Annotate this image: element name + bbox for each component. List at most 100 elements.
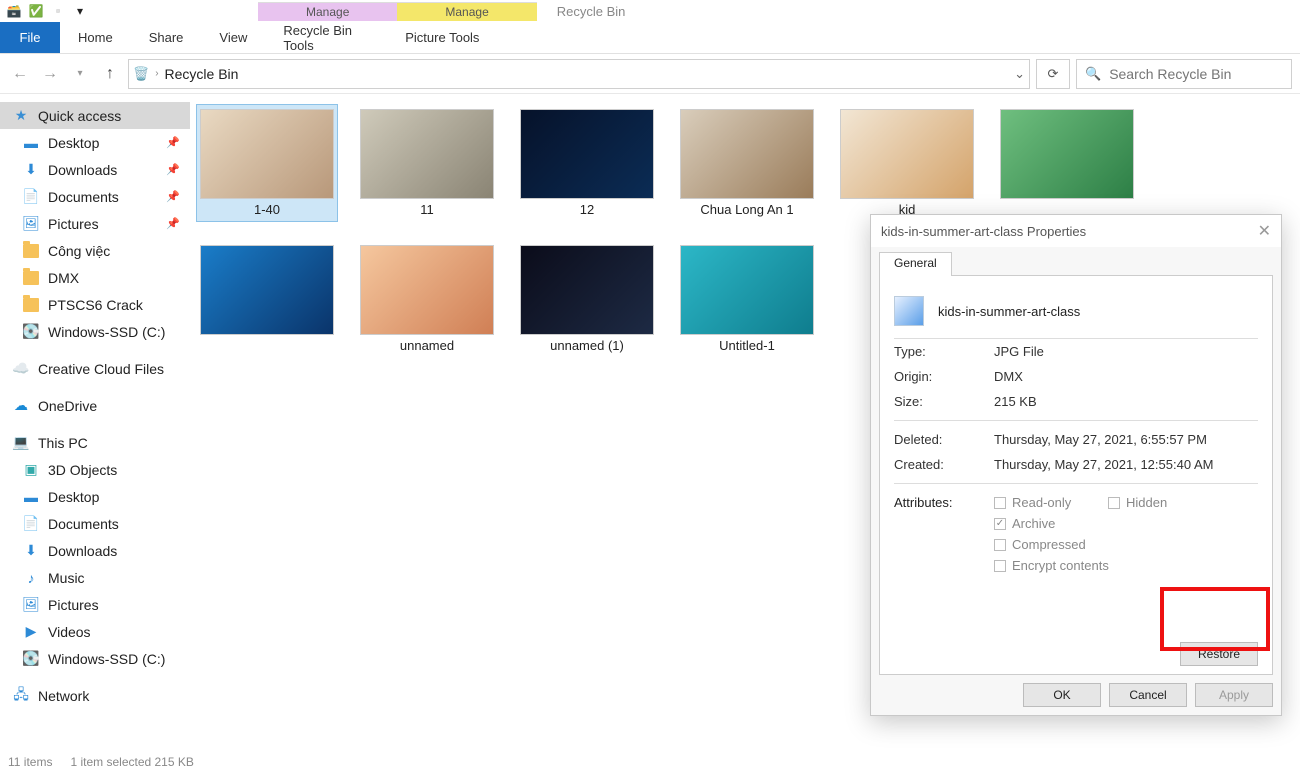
sidebar-item-documents[interactable]: 📄Documents📌 — [0, 183, 190, 210]
tab-home[interactable]: Home — [60, 22, 131, 53]
thumbnail-image — [200, 109, 334, 199]
nav-forward[interactable]: → — [38, 62, 62, 86]
sidebar-item-downloads[interactable]: ⬇Downloads📌 — [0, 156, 190, 183]
file-thumbnail[interactable]: 11 — [356, 104, 498, 222]
sidebar-quick-access[interactable]: ★ Quick access — [0, 102, 190, 129]
label-size: Size: — [894, 394, 994, 409]
thumbnail-label: unnamed (1) — [550, 338, 624, 353]
sidebar-item-pc-pictures[interactable]: 🖼Pictures — [0, 591, 190, 618]
sidebar-item-desktop[interactable]: ▬Desktop📌 — [0, 129, 190, 156]
address-bar[interactable]: 🗑️ › Recycle Bin ⌄ — [128, 59, 1030, 89]
pin-icon: 📌 — [166, 136, 180, 149]
apply-button[interactable]: Apply — [1195, 683, 1273, 707]
music-icon: ♪ — [22, 569, 40, 587]
file-thumbnail[interactable] — [196, 240, 338, 358]
file-thumbnail[interactable]: 12 — [516, 104, 658, 222]
file-thumbnail[interactable]: unnamed (1) — [516, 240, 658, 358]
label-attributes: Attributes: — [894, 495, 994, 573]
attr-encrypt: Encrypt contents — [994, 558, 1218, 573]
breadcrumb-location[interactable]: Recycle Bin — [165, 66, 239, 82]
qat-select-icon[interactable]: ✅ — [28, 3, 44, 19]
thumbnail-image — [680, 245, 814, 335]
refresh-button[interactable]: ⟳ — [1036, 59, 1070, 89]
label-type: Type: — [894, 344, 994, 359]
thumbnail-label: unnamed — [400, 338, 454, 353]
qat-dropdown-icon[interactable]: ▾ — [72, 3, 88, 19]
thumbnail-image — [360, 245, 494, 335]
sidebar-this-pc[interactable]: 💻This PC — [0, 429, 190, 456]
sidebar-item-pc-downloads[interactable]: ⬇Downloads — [0, 537, 190, 564]
value-created: Thursday, May 27, 2021, 12:55:40 AM — [994, 457, 1258, 472]
attr-archive: ✓Archive — [994, 516, 1104, 531]
drive-icon: 💽 — [22, 323, 40, 341]
dialog-titlebar[interactable]: kids-in-summer-art-class Properties ✕ — [871, 215, 1281, 247]
thumbnail-image — [200, 245, 334, 335]
sidebar-item-pictures[interactable]: 🖼Pictures📌 — [0, 210, 190, 237]
thumbnail-image — [520, 109, 654, 199]
documents-icon: 📄 — [22, 188, 40, 206]
drive-icon: 💽 — [22, 650, 40, 668]
sidebar-item-pc-desktop[interactable]: ▬Desktop — [0, 483, 190, 510]
attr-readonly: Read-only — [994, 495, 1104, 510]
app-icon: 🗃️ — [6, 3, 22, 19]
address-dropdown-icon[interactable]: ⌄ — [1014, 66, 1025, 82]
file-type-icon — [894, 296, 924, 326]
thumbnail-image — [520, 245, 654, 335]
tab-general[interactable]: General — [879, 252, 952, 276]
recycle-bin-icon: 🗑️ — [133, 66, 149, 82]
qat-doc-icon[interactable]: ▫️ — [50, 3, 66, 19]
search-box[interactable]: 🔍 — [1076, 59, 1292, 89]
nav-up[interactable]: ↑ — [98, 62, 122, 86]
pin-icon: 📌 — [166, 190, 180, 203]
nav-bar: ← → ▾ ↑ 🗑️ › Recycle Bin ⌄ ⟳ 🔍 — [0, 54, 1300, 94]
ok-button[interactable]: OK — [1023, 683, 1101, 707]
sidebar-item-pc-ssd[interactable]: 💽Windows-SSD (C:) — [0, 645, 190, 672]
nav-recent[interactable]: ▾ — [68, 62, 92, 86]
value-deleted: Thursday, May 27, 2021, 6:55:57 PM — [994, 432, 1258, 447]
sidebar-item-music[interactable]: ♪Music — [0, 564, 190, 591]
tab-view[interactable]: View — [201, 22, 265, 53]
desktop-icon: ▬ — [22, 134, 40, 152]
file-thumbnail[interactable]: Chua Long An 1 — [676, 104, 818, 222]
sidebar-creative-cloud[interactable]: ☁️Creative Cloud Files — [0, 355, 190, 382]
value-origin: DMX — [994, 369, 1258, 384]
sidebar-item-videos[interactable]: ▶Videos — [0, 618, 190, 645]
quick-access-toolbar: 🗃️ ✅ ▫️ ▾ — [6, 3, 88, 19]
nav-back[interactable]: ← — [8, 62, 32, 86]
label-origin: Origin: — [894, 369, 994, 384]
file-thumbnail[interactable]: 1-40 — [196, 104, 338, 222]
sidebar-item-dmx[interactable]: DMX — [0, 264, 190, 291]
window-title: Recycle Bin — [557, 4, 626, 19]
file-thumbnail[interactable] — [996, 104, 1138, 222]
folder-icon — [22, 296, 40, 314]
sidebar-item-pc-documents[interactable]: 📄Documents — [0, 510, 190, 537]
sidebar-item-windows-ssd[interactable]: 💽Windows-SSD (C:) — [0, 318, 190, 345]
search-input[interactable] — [1109, 66, 1283, 82]
network-icon: 🖧 — [12, 687, 30, 705]
sidebar-onedrive[interactable]: ☁OneDrive — [0, 392, 190, 419]
close-icon[interactable]: ✕ — [1258, 221, 1271, 241]
download-icon: ⬇ — [22, 542, 40, 560]
nav-sidebar: ★ Quick access ▬Desktop📌 ⬇Downloads📌 📄Do… — [0, 94, 190, 751]
tab-share[interactable]: Share — [131, 22, 202, 53]
status-bar: 11 items 1 item selected 215 KB — [8, 751, 194, 773]
cancel-button[interactable]: Cancel — [1109, 683, 1187, 707]
file-thumbnail[interactable]: unnamed — [356, 240, 498, 358]
tab-file[interactable]: File — [0, 22, 60, 53]
star-icon: ★ — [12, 107, 30, 125]
sidebar-item-3d[interactable]: ▣3D Objects — [0, 456, 190, 483]
context-tab-manage-recycle[interactable]: Manage — [258, 2, 397, 21]
thumbnail-label: 11 — [420, 202, 434, 217]
pictures-icon: 🖼 — [22, 215, 40, 233]
context-tab-manage-picture[interactable]: Manage — [397, 2, 536, 21]
tab-recycle-bin-tools[interactable]: Recycle Bin Tools — [265, 22, 383, 53]
sidebar-item-congviec[interactable]: Công việc — [0, 237, 190, 264]
file-thumbnail[interactable]: kid — [836, 104, 978, 222]
status-item-count: 11 items — [8, 755, 52, 769]
sidebar-network[interactable]: 🖧Network — [0, 682, 190, 709]
file-thumbnail[interactable]: Untitled-1 — [676, 240, 818, 358]
thumbnail-image — [680, 109, 814, 199]
tab-picture-tools[interactable]: Picture Tools — [383, 22, 501, 53]
attr-hidden: Hidden — [1108, 495, 1218, 510]
sidebar-item-ptscs6[interactable]: PTSCS6 Crack — [0, 291, 190, 318]
